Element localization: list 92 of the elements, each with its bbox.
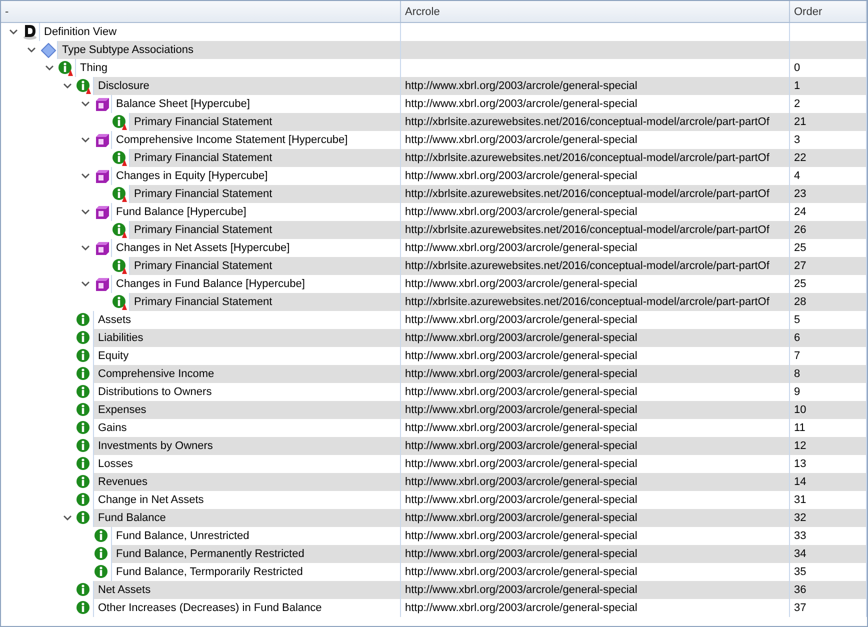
order-cell: 10 xyxy=(790,401,867,419)
info-icon xyxy=(76,384,92,400)
tree-item[interactable]: Liabilities xyxy=(93,329,400,347)
tree-item[interactable]: Disclosure xyxy=(93,77,400,95)
order-cell: 23 xyxy=(790,185,867,203)
order-cell: 21 xyxy=(790,113,867,131)
info-icon xyxy=(76,492,92,508)
chevron-icon[interactable] xyxy=(80,137,90,143)
tree-item[interactable]: Primary Financial Statement xyxy=(129,221,400,239)
order-cell: 14 xyxy=(790,473,867,491)
tree-item[interactable]: Primary Financial Statement xyxy=(129,113,400,131)
arcrole-cell: http://www.xbrl.org/2003/arcrole/general-special xyxy=(401,581,790,599)
tree-item[interactable]: Fund Balance xyxy=(93,509,400,527)
order-cell: 8 xyxy=(790,365,867,383)
chevron-icon[interactable] xyxy=(62,83,72,89)
order-cell: 12 xyxy=(790,437,867,455)
info-icon xyxy=(94,546,110,562)
info-alert-icon xyxy=(112,150,128,166)
chevron-icon[interactable] xyxy=(80,281,90,287)
cube-icon xyxy=(94,240,110,256)
info-icon xyxy=(94,564,110,580)
arcrole-cell: http://www.xbrl.org/2003/arcrole/general-special xyxy=(401,401,790,419)
info-alert-icon xyxy=(112,186,128,202)
arcrole-cell: http://www.xbrl.org/2003/arcrole/general-special xyxy=(401,509,790,527)
info-icon xyxy=(94,528,110,544)
info-alert-icon xyxy=(112,114,128,130)
arcrole-cell: http://xbrlsite.azurewebsites.net/2016/conceptual-model/arcrole/part-partOf xyxy=(401,257,790,275)
order-cell: 36 xyxy=(790,581,867,599)
chevron-icon[interactable] xyxy=(62,515,72,521)
info-alert-icon xyxy=(58,60,74,76)
chevron-icon[interactable] xyxy=(8,29,18,35)
order-cell: 27 xyxy=(790,257,867,275)
tree-item[interactable]: Primary Financial Statement xyxy=(129,257,400,275)
cube-icon xyxy=(94,204,110,220)
info-alert-icon xyxy=(112,258,128,274)
info-alert-icon xyxy=(112,222,128,238)
info-icon xyxy=(76,474,92,490)
cube-icon xyxy=(94,132,110,148)
tree-item[interactable]: Revenues xyxy=(93,473,400,491)
column-header[interactable]: Order xyxy=(790,1,867,22)
arcrole-cell: http://www.xbrl.org/2003/arcrole/general-special xyxy=(401,365,790,383)
cube-icon xyxy=(94,276,110,292)
order-cell: 6 xyxy=(790,329,867,347)
cube-icon xyxy=(94,96,110,112)
info-icon xyxy=(76,348,92,364)
tree-item[interactable]: Primary Financial Statement xyxy=(129,293,400,311)
tree-item[interactable]: Primary Financial Statement xyxy=(129,149,400,167)
tree-item[interactable]: Type Subtype Associations xyxy=(57,41,400,59)
arcrole-cell: http://xbrlsite.azurewebsites.net/2016/conceptual-model/arcrole/part-partOf xyxy=(401,293,790,311)
order-cell: 34 xyxy=(790,545,867,563)
arcrole-cell: http://www.xbrl.org/2003/arcrole/general-special xyxy=(401,473,790,491)
arcrole-cell: http://www.xbrl.org/2003/arcrole/general-special xyxy=(401,77,790,95)
arcrole-cell: http://xbrlsite.azurewebsites.net/2016/conceptual-model/arcrole/part-partOf xyxy=(401,221,790,239)
arcrole-cell: http://www.xbrl.org/2003/arcrole/general-special xyxy=(401,437,790,455)
definition-icon xyxy=(23,24,37,40)
order-cell: 22 xyxy=(790,149,867,167)
info-icon xyxy=(76,420,92,436)
info-alert-icon xyxy=(76,78,92,94)
column-header[interactable]: Arcrole xyxy=(401,1,790,22)
column-header[interactable]: - xyxy=(1,1,401,22)
info-icon xyxy=(76,402,92,418)
chevron-icon[interactable] xyxy=(80,101,90,107)
info-icon xyxy=(76,330,92,346)
chevron-icon[interactable] xyxy=(80,173,90,179)
cube-icon xyxy=(94,168,110,184)
chevron-icon[interactable] xyxy=(80,245,90,251)
info-icon xyxy=(76,456,92,472)
tree-item[interactable]: Primary Financial Statement xyxy=(129,185,400,203)
info-icon xyxy=(76,600,92,616)
info-icon xyxy=(76,582,92,598)
tree-item[interactable]: Net Assets xyxy=(93,581,400,599)
info-icon xyxy=(76,438,92,454)
order-cell: 1 xyxy=(790,77,867,95)
chevron-icon[interactable] xyxy=(80,209,90,215)
info-icon xyxy=(76,510,92,526)
arcrole-cell: http://www.xbrl.org/2003/arcrole/general-special xyxy=(401,329,790,347)
arcrole-cell: http://xbrlsite.azurewebsites.net/2016/conceptual-model/arcrole/part-partOf xyxy=(401,149,790,167)
arcrole-cell: http://www.xbrl.org/2003/arcrole/general-special xyxy=(401,545,790,563)
tree-item[interactable]: Fund Balance, Permanently Restricted xyxy=(111,545,400,563)
chevron-icon[interactable] xyxy=(26,47,36,53)
tree-item[interactable]: Expenses xyxy=(93,401,400,419)
order-cell: 32 xyxy=(790,509,867,527)
order-cell: 28 xyxy=(790,293,867,311)
info-alert-icon xyxy=(112,294,128,310)
arcrole-cell: http://xbrlsite.azurewebsites.net/2016/conceptual-model/arcrole/part-partOf xyxy=(401,185,790,203)
info-icon xyxy=(76,366,92,382)
arcrole-cell: http://xbrlsite.azurewebsites.net/2016/conceptual-model/arcrole/part-partOf xyxy=(401,113,790,131)
tree-item[interactable]: Comprehensive Income xyxy=(93,365,400,383)
tree-item[interactable]: Investments by Owners xyxy=(93,437,400,455)
info-icon xyxy=(76,312,92,328)
order-cell: 26 xyxy=(790,221,867,239)
chevron-icon[interactable] xyxy=(44,65,54,71)
